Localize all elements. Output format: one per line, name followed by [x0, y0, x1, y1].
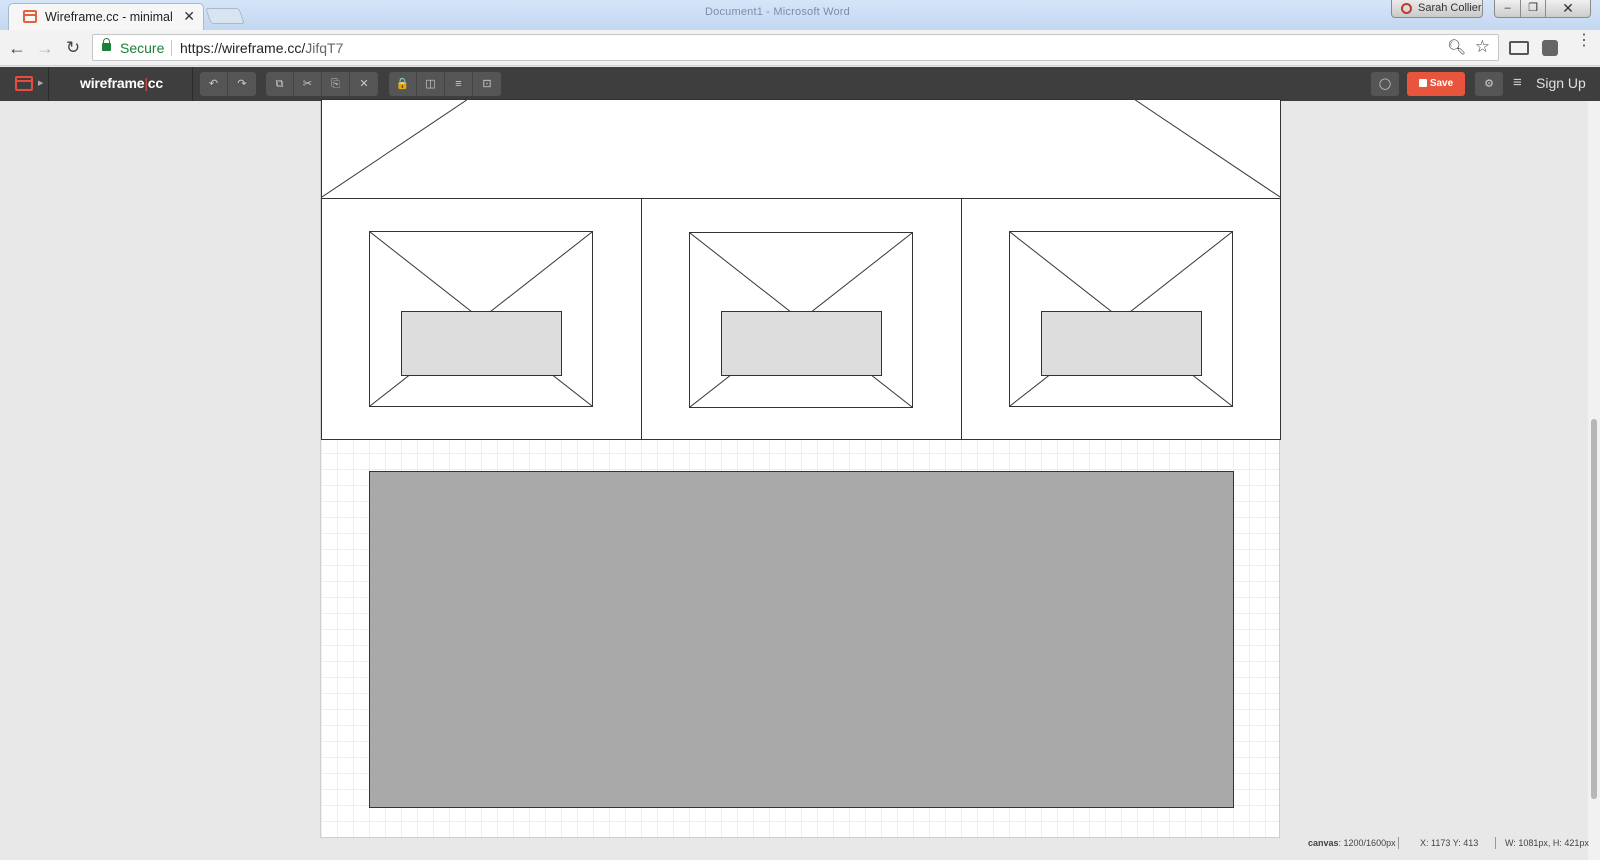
history-group: ↶ ↷ [200, 72, 256, 96]
profile-name: Sarah Collier [1418, 2, 1482, 14]
cursor-position-status: X: 1173 Y: 413 [1420, 838, 1479, 848]
browser-toolbar: ← → ↻ Secure https://wireframe.cc/JifqT7… [0, 30, 1600, 66]
settings-icon[interactable]: ⚙ [1475, 72, 1503, 96]
secure-label: Secure [120, 40, 165, 56]
profile-button[interactable]: Sarah Collier [1391, 0, 1483, 18]
app-toolbar: ▶ wireframe|cc ↶ ↷ ⧉ ✂ ⎘ ✕ 🔒 ◫ ≡ ⊡ ◯ Sav… [0, 67, 1600, 101]
bring-front-icon[interactable]: ◫ [417, 72, 445, 96]
app-logo-icon[interactable] [15, 76, 33, 91]
url-path: JifqT7 [305, 40, 344, 56]
chevron-right-icon: ▶ [38, 80, 44, 87]
copy-icon[interactable]: ⧉ [266, 72, 294, 96]
reload-icon[interactable]: ↻ [62, 37, 84, 59]
page-scrollbar[interactable] [1588, 101, 1600, 860]
star-icon[interactable]: ☆ [1475, 37, 1490, 57]
banner-cross-icon [322, 100, 1280, 198]
url-base: https://wireframe.cc/ [180, 40, 306, 56]
brand-logo: wireframe|cc [80, 75, 163, 91]
canvas-workspace [0, 99, 1600, 860]
cut-icon[interactable]: ✂ [294, 72, 322, 96]
window-close-button[interactable]: ✕ [1545, 0, 1591, 18]
card-button-placeholder-3[interactable] [1041, 311, 1202, 376]
browser-tab-strip: Wireframe.cc - minimal w ✕ Document1 - M… [0, 0, 1600, 30]
toolbar-divider [192, 67, 193, 101]
back-arrow-icon[interactable]: ← [6, 37, 28, 59]
zoom-icon[interactable]: 🔍︎ [1447, 38, 1466, 56]
address-separator [171, 40, 172, 56]
status-divider [1398, 837, 1399, 849]
scroll-thumb[interactable] [1591, 419, 1597, 799]
status-divider [1495, 837, 1496, 849]
card-button-placeholder-2[interactable] [721, 311, 882, 376]
clipboard-group: ⧉ ✂ ⎘ ✕ [266, 72, 378, 96]
delete-icon[interactable]: ✕ [350, 72, 378, 96]
url-text[interactable]: https://wireframe.cc/JifqT7 [180, 40, 343, 56]
address-bar[interactable]: Secure https://wireframe.cc/JifqT7 🔍︎ ☆ [92, 34, 1499, 61]
background-window-title: Document1 - Microsoft Word [705, 6, 850, 18]
undo-icon[interactable]: ↶ [200, 72, 228, 96]
tab-close-icon[interactable]: ✕ [183, 8, 195, 24]
arrange-group: 🔒 ◫ ≡ ⊡ [389, 72, 501, 96]
wireframe-favicon-icon [23, 10, 37, 23]
group-icon[interactable]: ⊡ [473, 72, 501, 96]
large-content-block[interactable] [369, 471, 1234, 808]
wireframe-paper[interactable] [320, 99, 1281, 838]
save-label: Save [1429, 78, 1454, 89]
sign-up-link[interactable]: Sign Up [1536, 75, 1586, 91]
forward-arrow-icon[interactable]: → [34, 37, 56, 59]
profile-icon [1401, 3, 1412, 14]
card-button-placeholder-1[interactable] [401, 311, 562, 376]
banner-image-placeholder[interactable] [321, 99, 1281, 199]
canvas-size-status: canvas: 1200/1600px [1308, 838, 1396, 848]
new-tab-button[interactable] [205, 8, 245, 24]
tab-title: Wireframe.cc - minimal w [45, 10, 175, 24]
align-icon[interactable]: ≡ [445, 72, 473, 96]
comment-icon[interactable]: ◯ [1371, 72, 1399, 96]
browser-tab-active[interactable]: Wireframe.cc - minimal w ✕ [8, 3, 204, 30]
toolbar-divider [48, 67, 49, 101]
lock-element-icon[interactable]: 🔒 [389, 72, 417, 96]
save-button[interactable]: Save [1407, 72, 1465, 96]
lock-icon [102, 38, 111, 51]
hamburger-menu-icon[interactable]: ≡ [1513, 74, 1522, 91]
save-disk-icon [1418, 79, 1427, 87]
selection-size-status: W: 1081px, H: 421px [1505, 838, 1589, 848]
cast-icon[interactable] [1509, 41, 1529, 55]
browser-menu-icon[interactable]: ⋮ [1576, 33, 1592, 57]
paste-icon[interactable]: ⎘ [322, 72, 350, 96]
redo-icon[interactable]: ↷ [228, 72, 256, 96]
maximize-button[interactable]: ❐ [1520, 0, 1546, 18]
minimize-button[interactable]: – [1494, 0, 1521, 18]
extension-icon[interactable] [1542, 40, 1558, 56]
